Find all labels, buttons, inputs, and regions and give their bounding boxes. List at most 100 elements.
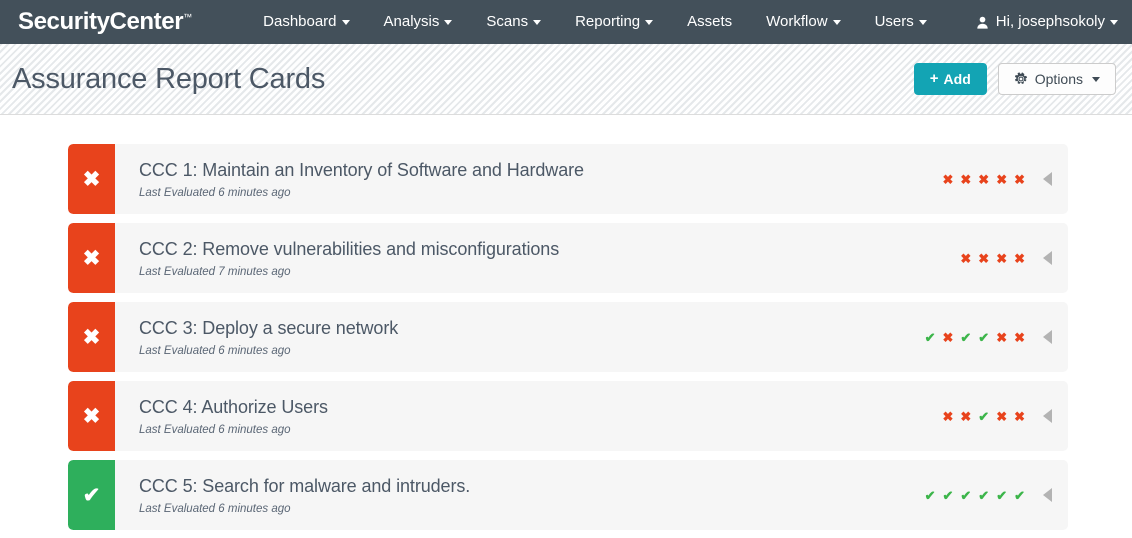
nav-item-label: Reporting	[575, 13, 641, 30]
person-icon	[976, 16, 989, 29]
nav-item-label: Dashboard	[263, 13, 337, 30]
policy-statement-markers: ✔ ✔ ✔ ✔ ✔ ✔	[925, 489, 1025, 502]
status-badge-fail: ✖	[68, 302, 115, 372]
report-card-right: ✔ ✖ ✔ ✔ ✖ ✖	[925, 302, 1068, 372]
marker-cross-icon: ✖	[996, 250, 1008, 266]
marker-cross-icon: ✖	[1014, 171, 1025, 187]
check-icon: ✔	[82, 483, 101, 507]
options-button[interactable]: Options	[997, 63, 1116, 95]
brand-name: SecurityCenter	[18, 8, 184, 35]
nav-item-users[interactable]: Users	[858, 0, 944, 44]
marker-check-icon: ✔	[960, 487, 972, 503]
nav-item-workflow[interactable]: Workflow	[749, 0, 857, 44]
nav-item-label: Workflow	[766, 13, 828, 30]
cross-icon: ✖	[82, 325, 101, 349]
marker-check-icon: ✔	[924, 329, 936, 345]
expand-collapse-arrow-icon[interactable]	[1043, 251, 1052, 265]
add-button[interactable]: + Add	[913, 63, 987, 95]
nav-item-label: Scans	[486, 13, 529, 30]
report-card-row[interactable]: ✔ CCC 5: Search for malware and intruders…	[68, 460, 1068, 530]
report-card-right: ✖ ✖ ✖ ✖	[960, 223, 1068, 293]
header-actions: + Add Options	[913, 63, 1116, 95]
policy-statement-markers: ✖ ✖ ✖ ✖	[960, 252, 1025, 265]
options-button-label: Options	[1034, 71, 1083, 87]
plus-icon: +	[929, 70, 939, 87]
nav-item-reporting[interactable]: Reporting	[558, 0, 670, 44]
status-badge-fail: ✖	[68, 381, 115, 451]
marker-cross-icon: ✖	[996, 171, 1008, 187]
chevron-down-icon	[1092, 76, 1100, 82]
report-card-title: CCC 5: Search for malware and intruders.	[139, 476, 471, 497]
marker-cross-icon: ✖	[942, 408, 954, 424]
cross-icon: ✖	[82, 404, 101, 428]
report-card-row[interactable]: ✖ CCC 4: Authorize Users Last Evaluated 6 …	[68, 381, 1068, 451]
securitycenter-logo[interactable]: SecurityCenter™	[18, 8, 200, 36]
report-card-body: CCC 1: Maintain an Inventory of Software…	[115, 144, 942, 214]
report-card-row[interactable]: ✖ CCC 3: Deploy a secure network Last Eval…	[68, 302, 1068, 372]
marker-cross-icon: ✖	[1014, 250, 1025, 266]
cross-icon: ✖	[82, 167, 101, 191]
marker-cross-icon: ✖	[996, 329, 1008, 345]
chevron-down-icon	[533, 19, 542, 25]
status-badge-fail: ✖	[68, 223, 115, 293]
expand-collapse-arrow-icon[interactable]	[1043, 172, 1052, 186]
trademark-symbol: ™	[183, 12, 193, 22]
chevron-down-icon	[1110, 19, 1118, 25]
policy-statement-markers: ✔ ✖ ✔ ✔ ✖ ✖	[925, 331, 1025, 344]
cross-icon: ✖	[82, 246, 101, 270]
policy-statement-markers: ✖ ✖ ✖ ✖ ✖	[942, 173, 1025, 186]
nav-item-scans[interactable]: Scans	[469, 0, 558, 44]
report-card-body: CCC 4: Authorize Users Last Evaluated 6 m…	[115, 381, 942, 451]
report-card-right: ✔ ✔ ✔ ✔ ✔ ✔	[925, 460, 1068, 530]
marker-check-icon: ✔	[942, 487, 954, 503]
page-header-bar: Assurance Report Cards + Add Options	[0, 44, 1132, 115]
marker-check-icon: ✔	[978, 329, 990, 345]
nav-item-assets[interactable]: Assets	[670, 0, 749, 44]
gear-icon	[1014, 72, 1028, 86]
nav-item-dashboard[interactable]: Dashboard	[246, 0, 366, 44]
report-card-row[interactable]: ✖ CCC 2: Remove vulnerabilities and misco…	[68, 223, 1068, 293]
report-card-last-evaluated: Last Evaluated 6 minutes ago	[139, 502, 291, 515]
marker-cross-icon: ✖	[1014, 329, 1025, 345]
marker-cross-icon: ✖	[978, 171, 990, 187]
chevron-down-icon	[832, 19, 841, 25]
status-badge-pass: ✔	[68, 460, 115, 530]
expand-collapse-arrow-icon[interactable]	[1043, 409, 1052, 423]
report-card-last-evaluated: Last Evaluated 6 minutes ago	[139, 186, 291, 199]
report-card-title: CCC 1: Maintain an Inventory of Software…	[139, 160, 584, 181]
marker-cross-icon: ✖	[960, 250, 972, 266]
report-card-right: ✖ ✖ ✖ ✖ ✖	[942, 144, 1068, 214]
marker-cross-icon: ✖	[1014, 408, 1025, 424]
chevron-down-icon	[444, 19, 453, 25]
marker-check-icon: ✔	[1014, 487, 1025, 503]
report-card-last-evaluated: Last Evaluated 6 minutes ago	[139, 423, 291, 436]
chevron-down-icon	[341, 19, 350, 25]
policy-statement-markers: ✖ ✖ ✔ ✖ ✖	[942, 410, 1025, 423]
marker-check-icon: ✔	[978, 408, 990, 424]
report-card-title: CCC 4: Authorize Users	[139, 397, 328, 418]
nav-items: Dashboard Analysis Scans Reporting Asset…	[246, 0, 944, 44]
nav-item-label: Analysis	[383, 13, 440, 30]
marker-cross-icon: ✖	[978, 250, 990, 266]
report-card-right: ✖ ✖ ✔ ✖ ✖	[942, 381, 1068, 451]
report-card-body: CCC 5: Search for malware and intruders.…	[115, 460, 925, 530]
report-card-body: CCC 3: Deploy a secure network Last Evalu…	[115, 302, 925, 372]
nav-item-label: Users	[874, 13, 914, 30]
report-card-body: CCC 2: Remove vulnerabilities and miscon…	[115, 223, 960, 293]
status-badge-fail: ✖	[68, 144, 115, 214]
report-card-last-evaluated: Last Evaluated 7 minutes ago	[139, 265, 291, 278]
marker-cross-icon: ✖	[942, 329, 954, 345]
expand-collapse-arrow-icon[interactable]	[1043, 330, 1052, 344]
marker-cross-icon: ✖	[960, 171, 972, 187]
marker-check-icon: ✔	[978, 487, 990, 503]
chevron-down-icon	[645, 19, 654, 25]
user-menu[interactable]: Hi, josephsokoly	[976, 0, 1118, 44]
report-cards-list: ✖ CCC 1: Maintain an Inventory of Softwar…	[0, 115, 1132, 530]
expand-collapse-arrow-icon[interactable]	[1043, 488, 1052, 502]
nav-item-analysis[interactable]: Analysis	[367, 0, 470, 44]
report-card-row[interactable]: ✖ CCC 1: Maintain an Inventory of Softwar…	[68, 144, 1068, 214]
page-title: Assurance Report Cards	[12, 62, 326, 95]
marker-cross-icon: ✖	[960, 408, 972, 424]
marker-check-icon: ✔	[924, 487, 936, 503]
marker-check-icon: ✔	[960, 329, 972, 345]
